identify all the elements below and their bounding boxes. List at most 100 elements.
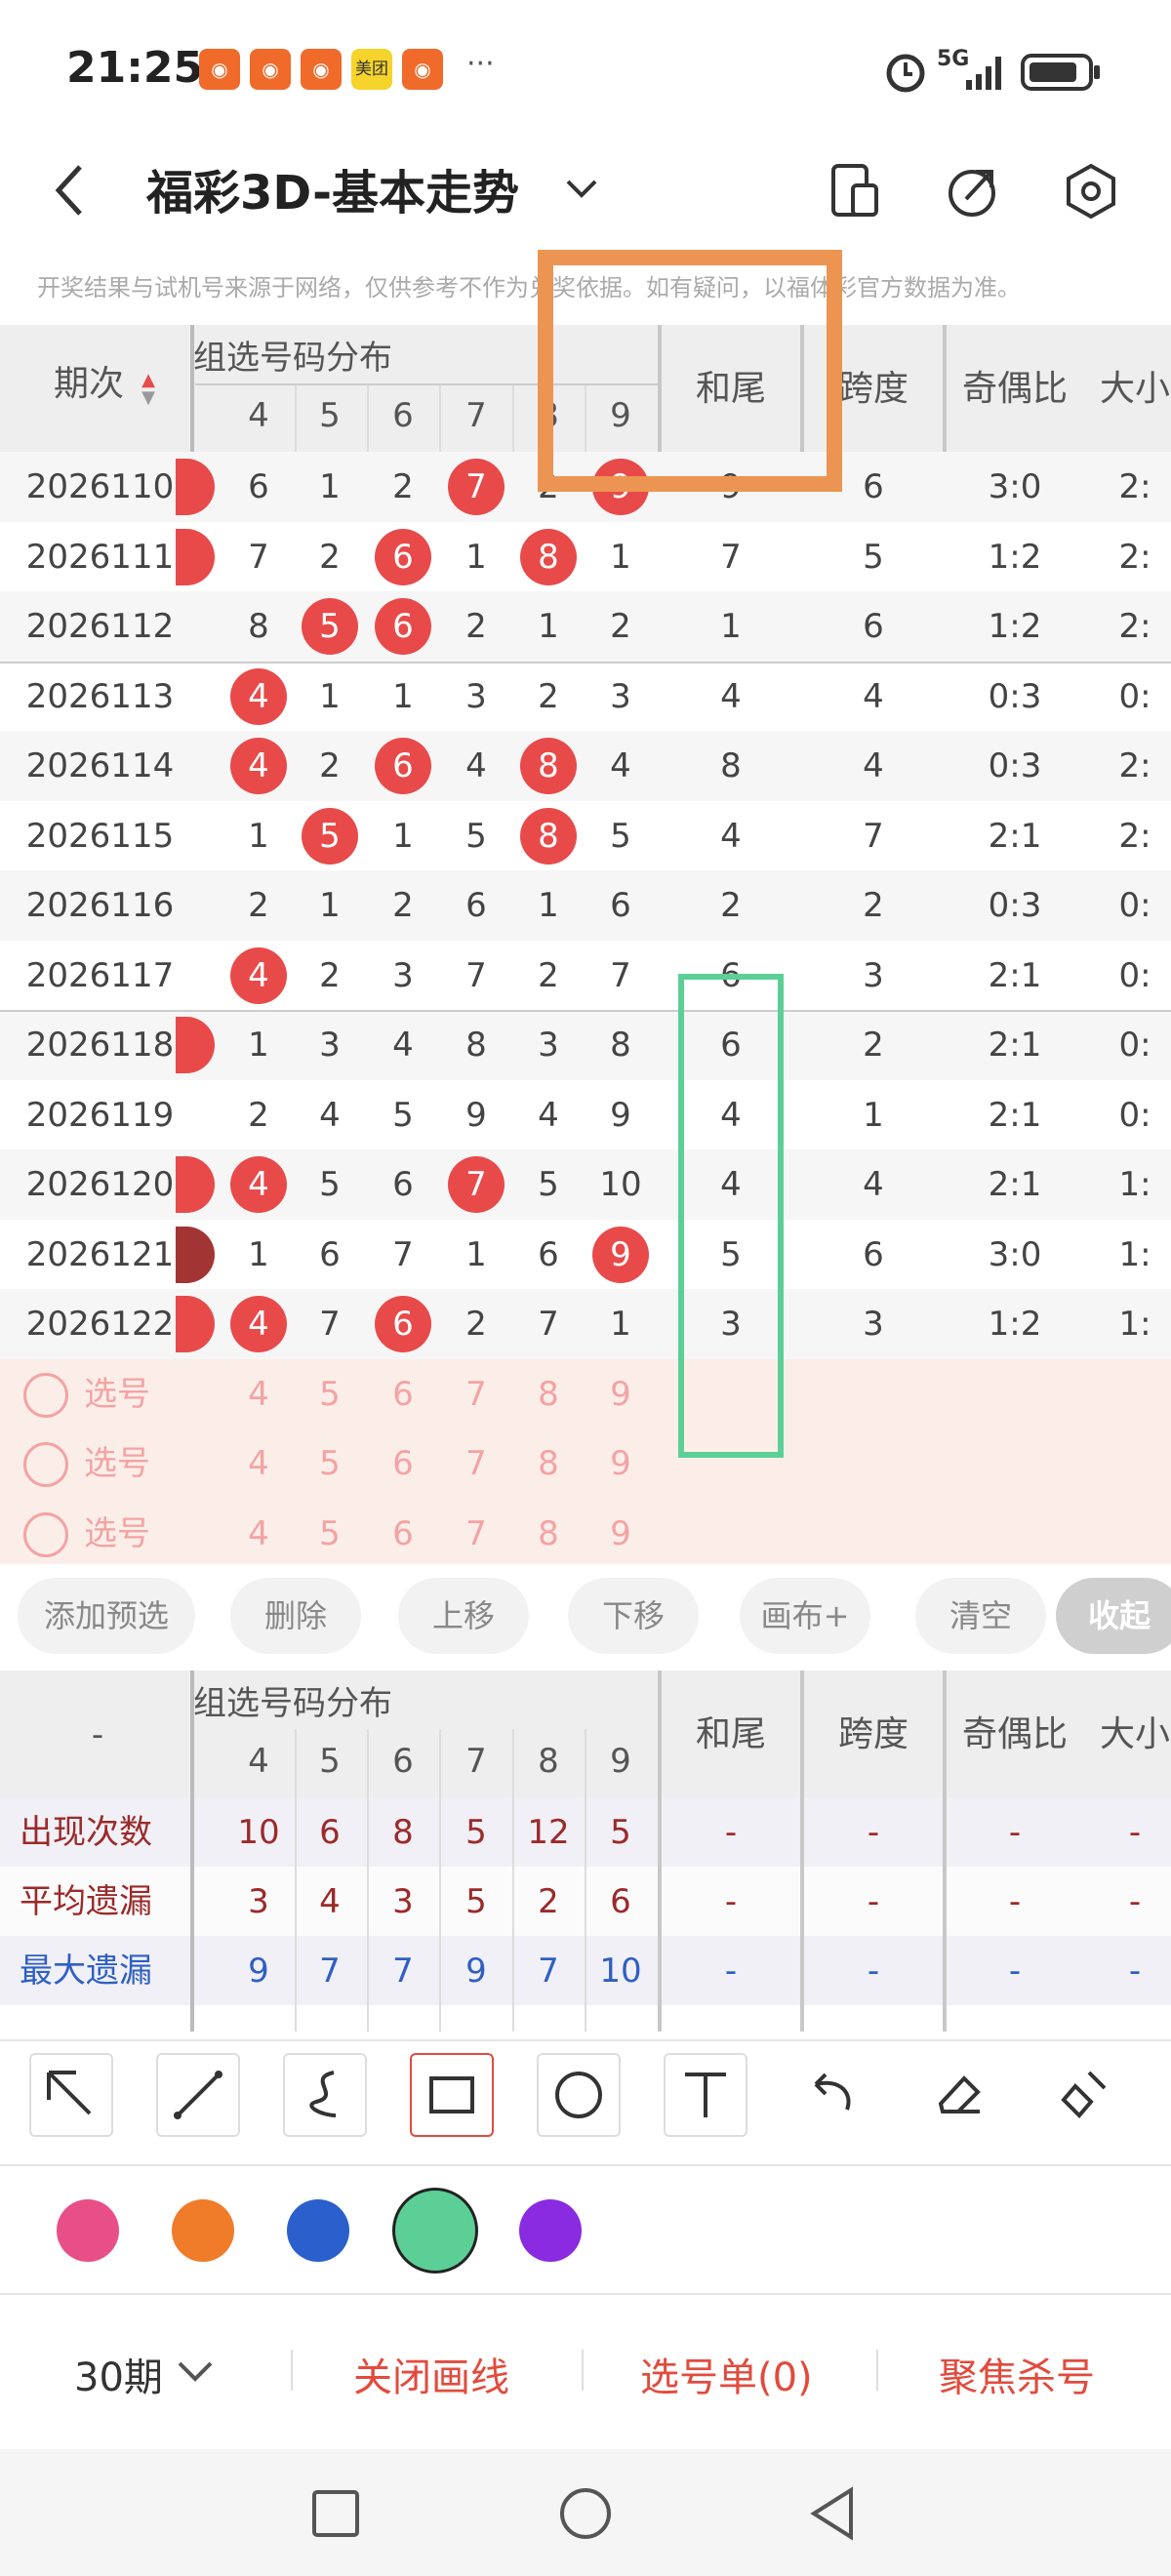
color-swatch[interactable] (392, 2188, 478, 2274)
daxiao-cell: 1: (1118, 1234, 1151, 1274)
period-select[interactable]: 30期 (74, 2346, 163, 2402)
miss-cell: 3 (465, 676, 487, 716)
pick-digit[interactable]: 5 (295, 1499, 365, 1565)
column-header-jiou: 奇偶比 (961, 369, 1068, 409)
pick-digit[interactable]: 6 (368, 1359, 438, 1429)
layout-icon[interactable] (828, 160, 882, 222)
pick-digit[interactable]: 8 (513, 1499, 584, 1565)
column-header-daxiao: 大小 (1099, 1714, 1170, 1754)
hewei-cell: 1 (720, 607, 742, 646)
hit-ball: 5 (302, 598, 358, 655)
miss-cell: 7 (319, 1305, 341, 1344)
miss-cell: 6 (392, 1165, 414, 1204)
miss-cell: 3 (610, 676, 631, 716)
clear-brush-icon[interactable] (1044, 2053, 1128, 2137)
focus-kill-button[interactable]: 聚焦杀号 (939, 2346, 1095, 2402)
color-swatch[interactable] (519, 2199, 582, 2262)
back-nav-icon[interactable] (808, 2486, 859, 2541)
chevron-down-icon[interactable] (564, 174, 599, 203)
color-swatch[interactable] (287, 2199, 349, 2262)
stats-table: - 组选号码分布 4 5 6 7 8 9 和尾 跨度 奇偶比 大小 出现次数 10 6 8 5 12 5- - - - 平均… (0, 1670, 1171, 2032)
action-button[interactable]: 清空 (915, 1578, 1046, 1654)
circle-tool-icon[interactable] (537, 2053, 621, 2137)
text-tool-icon[interactable] (664, 2053, 747, 2137)
share-icon[interactable] (943, 162, 1001, 221)
miss-cell: 1 (538, 607, 559, 646)
pick-radio[interactable] (23, 1511, 68, 1557)
period-cell: 2026116 (25, 886, 175, 925)
hit-ball: 9 (592, 1226, 649, 1283)
stats-value: 5 (465, 1813, 487, 1852)
pick-digit[interactable]: 8 (513, 1359, 584, 1429)
pick-digit[interactable]: 4 (223, 1429, 294, 1499)
digit-header: 8 (538, 1742, 559, 1781)
kuadu-cell: 6 (863, 607, 884, 646)
back-icon[interactable] (49, 161, 88, 220)
signal-icon (966, 57, 1001, 90)
sort-icon-down: ▼ (141, 387, 155, 408)
partial-ball (176, 1017, 215, 1073)
divider (582, 2350, 584, 2391)
stats-dash: - (1008, 1882, 1022, 1921)
pick-radio[interactable] (23, 1372, 68, 1418)
table-row: 2026121 1 6 7 1 6 9 5 6 3:0 1: (0, 1219, 1171, 1289)
pick-digit[interactable]: 9 (586, 1429, 656, 1499)
pick-digit[interactable]: 9 (586, 1499, 656, 1565)
arrow-tool-icon[interactable] (29, 2053, 113, 2137)
hit-ball: 4 (230, 738, 287, 794)
stats-value: 3 (248, 1882, 269, 1921)
kuadu-cell: 7 (863, 816, 884, 856)
chevron-down-icon[interactable] (176, 2359, 215, 2385)
recents-icon[interactable] (310, 2488, 361, 2539)
pick-list-button[interactable]: 选号单(0) (640, 2346, 813, 2402)
home-icon[interactable] (558, 2486, 613, 2541)
miss-cell: 1 (392, 676, 414, 716)
table-row: 2026115 1 5 1 5 8 5 4 7 2:1 2: (0, 800, 1171, 870)
meituan-icon: 美团 (351, 49, 392, 90)
pick-digit[interactable]: 7 (441, 1359, 511, 1429)
settings-icon[interactable] (1062, 162, 1120, 221)
header-bar: 福彩3D-基本走势 (0, 137, 1171, 254)
stats-dash: - (724, 1882, 738, 1921)
stats-dash: - (1128, 1952, 1142, 1991)
digit-header: 4 (248, 396, 269, 435)
miss-cell: 2 (538, 676, 559, 716)
rect-tool-icon[interactable] (410, 2053, 494, 2137)
miss-cell: 5 (392, 1095, 414, 1135)
pick-digit[interactable]: 5 (295, 1359, 365, 1429)
pick-digit[interactable]: 7 (441, 1499, 511, 1565)
pick-digit[interactable]: 4 (223, 1499, 294, 1565)
action-button[interactable]: 上移 (398, 1578, 529, 1654)
digit-header: 6 (392, 1742, 414, 1781)
action-button[interactable]: 下移 (568, 1578, 699, 1654)
pick-digit[interactable]: 6 (368, 1499, 438, 1565)
color-swatch[interactable] (172, 2199, 234, 2262)
divider (512, 1729, 514, 2032)
pick-digit[interactable]: 6 (368, 1429, 438, 1499)
pick-digit[interactable]: 9 (586, 1359, 656, 1429)
miss-cell: 1 (319, 467, 341, 506)
pick-radio[interactable] (23, 1442, 68, 1487)
undo-icon[interactable] (790, 2053, 874, 2137)
pick-digit[interactable]: 4 (223, 1359, 294, 1429)
stats-dash: - (1128, 1882, 1142, 1921)
pick-digit[interactable]: 8 (513, 1429, 584, 1499)
pick-digit[interactable]: 5 (295, 1429, 365, 1499)
divider (295, 1729, 297, 2032)
miss-cell: 8 (610, 1026, 631, 1065)
daxiao-cell: 0: (1118, 886, 1151, 925)
eraser-icon[interactable] (917, 2053, 1001, 2137)
close-draw-button[interactable]: 关闭画线 (353, 2346, 509, 2402)
action-button[interactable]: 收起 (1056, 1578, 1171, 1654)
color-swatch[interactable] (57, 2199, 119, 2262)
action-button[interactable]: 添加预选 (18, 1578, 195, 1654)
freehand-tool-icon[interactable] (283, 2053, 367, 2137)
pick-digit[interactable]: 7 (441, 1429, 511, 1499)
action-button[interactable]: 画布+ (740, 1578, 870, 1654)
digit-header: 4 (248, 1742, 269, 1781)
line-tool-icon[interactable] (156, 2053, 240, 2137)
miss-cell: 8 (248, 607, 269, 646)
action-button[interactable]: 删除 (230, 1578, 361, 1654)
jiou-cell: 1:2 (988, 537, 1042, 577)
miss-cell: 2 (392, 467, 414, 506)
